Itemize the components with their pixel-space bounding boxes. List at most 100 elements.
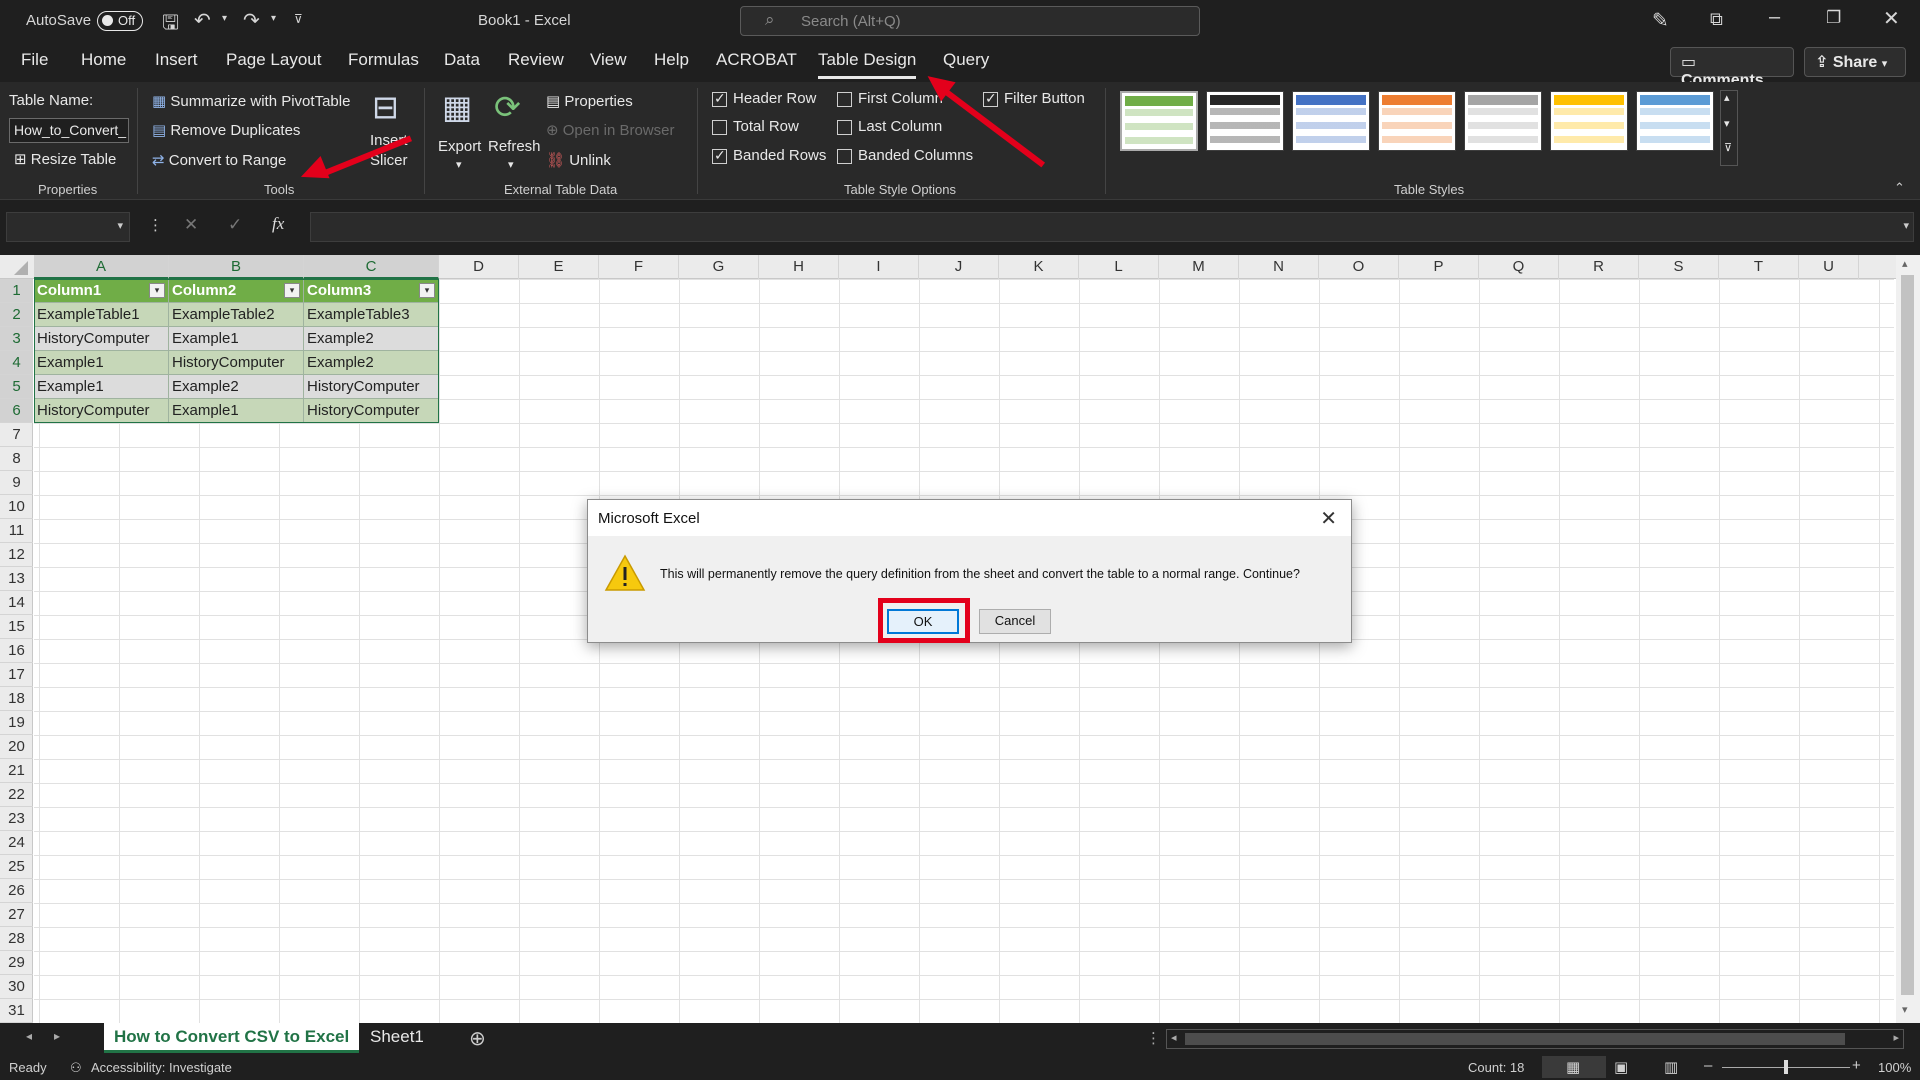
column-header-i[interactable]: I <box>839 255 919 279</box>
tab-split-icon[interactable]: ⋮ <box>1146 1029 1161 1047</box>
zoom-level[interactable]: 100% <box>1878 1060 1911 1075</box>
tab-acrobat[interactable]: ACROBAT <box>716 50 797 70</box>
share-button[interactable]: ⇪ Share ▾ <box>1804 47 1906 77</box>
row-header-31[interactable]: 31 <box>0 999 33 1023</box>
last-column-checkbox[interactable] <box>837 120 852 135</box>
add-sheet-icon[interactable]: ⊕ <box>469 1026 486 1051</box>
column-header-j[interactable]: J <box>919 255 999 279</box>
ok-button[interactable]: OK <box>887 609 959 634</box>
horizontal-scrollbar[interactable]: ◂ ▸ <box>1166 1029 1904 1049</box>
column-header-q[interactable]: Q <box>1479 255 1559 279</box>
save-icon[interactable]: 🖫 <box>162 8 179 42</box>
table-style-swatch[interactable] <box>1636 91 1714 151</box>
tab-file[interactable]: File <box>21 50 48 70</box>
row-header-7[interactable]: 7 <box>0 423 33 447</box>
scroll-left-icon[interactable]: ◂ <box>1171 1031 1177 1044</box>
convert-to-range-button[interactable]: ⇄ Convert to Range <box>152 151 286 169</box>
column-header-o[interactable]: O <box>1319 255 1399 279</box>
accessibility-status[interactable]: Accessibility: Investigate <box>91 1060 232 1075</box>
customize-qat-icon[interactable]: ⊽ <box>294 12 303 26</box>
name-box[interactable]: ▾ <box>6 212 130 242</box>
select-all-corner[interactable] <box>0 255 33 279</box>
column-header-a[interactable]: A <box>34 255 169 279</box>
row-header-1[interactable]: 1 <box>0 279 33 303</box>
page-break-view-icon[interactable]: ▥ <box>1664 1058 1678 1076</box>
first-column-checkbox[interactable] <box>837 92 852 107</box>
page-layout-view-icon[interactable]: ▣ <box>1614 1058 1628 1076</box>
gallery-more-icon[interactable]: ⊽ <box>1724 141 1732 154</box>
table-name-input[interactable]: How_to_Convert_ <box>9 118 129 143</box>
name-box-dropdown-icon[interactable]: ▾ <box>117 219 123 232</box>
tab-help[interactable]: Help <box>654 50 689 70</box>
accessibility-icon[interactable]: ⚇ <box>70 1060 82 1076</box>
row-header-27[interactable]: 27 <box>0 903 33 927</box>
refresh-button[interactable]: ⟳ Refresh ▾ <box>488 88 541 172</box>
zoom-slider-thumb[interactable] <box>1784 1060 1788 1074</box>
tab-data[interactable]: Data <box>444 50 480 70</box>
scroll-up-icon[interactable]: ▴ <box>1902 257 1908 270</box>
column-header-b[interactable]: B <box>169 255 304 279</box>
row-header-17[interactable]: 17 <box>0 663 33 687</box>
row-header-6[interactable]: 6 <box>0 399 33 423</box>
open-in-browser-button[interactable]: ⊕ Open in Browser <box>546 121 674 139</box>
column-header-e[interactable]: E <box>519 255 599 279</box>
cancel-button[interactable]: Cancel <box>979 609 1051 634</box>
column-header-u[interactable]: U <box>1799 255 1859 279</box>
row-header-3[interactable]: 3 <box>0 327 33 351</box>
comments-button[interactable]: ▭ Comments <box>1670 47 1794 89</box>
gallery-down-icon[interactable]: ▾ <box>1724 117 1730 130</box>
row-header-23[interactable]: 23 <box>0 807 33 831</box>
column-header-r[interactable]: R <box>1559 255 1639 279</box>
table-style-swatch[interactable] <box>1550 91 1628 151</box>
undo-icon[interactable]: ↶ <box>194 8 211 33</box>
formula-input[interactable]: ▾ <box>310 212 1914 242</box>
table-style-swatch[interactable] <box>1206 91 1284 151</box>
autosave-toggle[interactable]: Off <box>97 11 143 31</box>
row-header-24[interactable]: 24 <box>0 831 33 855</box>
row-header-10[interactable]: 10 <box>0 495 33 519</box>
row-header-26[interactable]: 26 <box>0 879 33 903</box>
row-header-25[interactable]: 25 <box>0 855 33 879</box>
table-style-swatch[interactable] <box>1292 91 1370 151</box>
tab-page-layout[interactable]: Page Layout <box>226 50 321 70</box>
row-header-2[interactable]: 2 <box>0 303 33 327</box>
column-header-g[interactable]: G <box>679 255 759 279</box>
row-header-16[interactable]: 16 <box>0 639 33 663</box>
more-options-icon[interactable]: ⋮ <box>148 216 163 234</box>
tab-formulas[interactable]: Formulas <box>348 50 419 70</box>
row-header-11[interactable]: 11 <box>0 519 33 543</box>
row-header-19[interactable]: 19 <box>0 711 33 735</box>
header-row-checkbox[interactable] <box>712 90 727 107</box>
filter-button-checkbox[interactable] <box>983 90 998 107</box>
external-properties-button[interactable]: ▤ Properties <box>546 92 633 110</box>
row-header-9[interactable]: 9 <box>0 471 33 495</box>
insert-slicer-button[interactable]: ⊟ Insert Slicer <box>368 88 412 172</box>
vertical-scroll-thumb[interactable] <box>1901 275 1914 995</box>
row-header-14[interactable]: 14 <box>0 591 33 615</box>
zoom-out-icon[interactable]: – <box>1704 1057 1712 1074</box>
tab-view[interactable]: View <box>590 50 627 70</box>
minimize-icon[interactable]: – <box>1769 6 1780 29</box>
tab-insert[interactable]: Insert <box>155 50 198 70</box>
row-header-5[interactable]: 5 <box>0 375 33 399</box>
row-header-29[interactable]: 29 <box>0 951 33 975</box>
row-header-12[interactable]: 12 <box>0 543 33 567</box>
table-style-swatch[interactable] <box>1464 91 1542 151</box>
row-header-22[interactable]: 22 <box>0 783 33 807</box>
column-header-s[interactable]: S <box>1639 255 1719 279</box>
column-header-t[interactable]: T <box>1719 255 1799 279</box>
restore-icon[interactable]: ❐ <box>1826 8 1841 28</box>
tab-home[interactable]: Home <box>81 50 126 70</box>
sheet-tab-active[interactable]: How to Convert CSV to Excel <box>104 1023 360 1053</box>
prev-sheet-icon[interactable]: ◂ <box>26 1029 32 1043</box>
column-header-h[interactable]: H <box>759 255 839 279</box>
normal-view-button[interactable]: ▦ <box>1542 1056 1606 1078</box>
insert-function-icon[interactable]: fx <box>272 214 284 234</box>
remove-duplicates-button[interactable]: ▤ Remove Duplicates <box>152 121 300 139</box>
row-header-15[interactable]: 15 <box>0 615 33 639</box>
gallery-up-icon[interactable]: ▴ <box>1724 91 1730 104</box>
scroll-right-icon[interactable]: ▸ <box>1893 1031 1899 1044</box>
column-header-d[interactable]: D <box>439 255 519 279</box>
dialog-close-icon[interactable]: ✕ <box>1320 506 1337 531</box>
unlink-button[interactable]: ⛓ Unlink <box>546 151 611 169</box>
